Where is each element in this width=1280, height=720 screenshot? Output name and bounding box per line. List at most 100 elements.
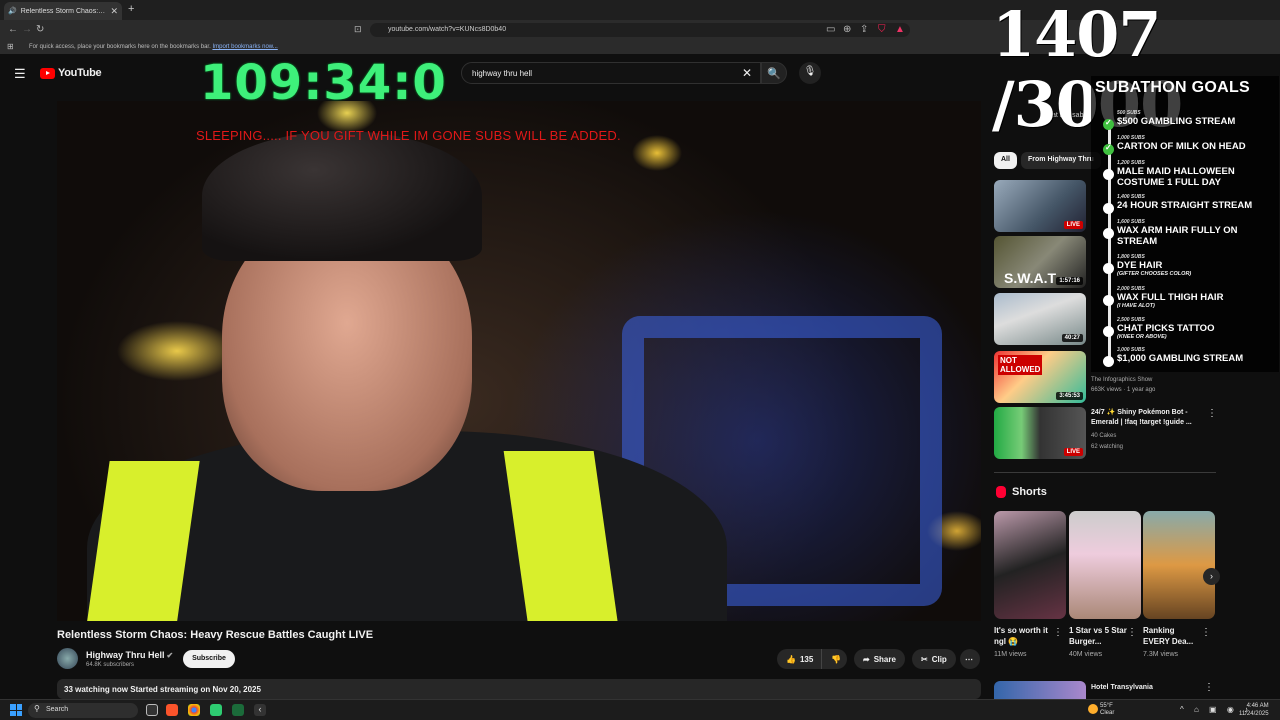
clip-label: Clip [931, 654, 947, 664]
search-icon: 🔍 [767, 68, 781, 80]
rec-channel[interactable]: The Infographics Show [1091, 376, 1152, 385]
rec-channel[interactable]: 40 Cakes [1091, 432, 1116, 441]
rec-thumbnail-4[interactable]: NOT ALLOWED 3:45:53 [994, 351, 1086, 403]
dislike-button[interactable]: 👎 [821, 649, 847, 669]
chip-all[interactable]: All [994, 152, 1017, 169]
video-player[interactable] [57, 101, 981, 621]
excel-app-icon[interactable] [232, 704, 244, 716]
brave-shield-icon[interactable]: ⛉ [878, 24, 886, 35]
subscriber-count: 64.8K subscribers [86, 662, 135, 668]
windows-taskbar: ⚲ Search ‹ 55°F Clear ^ ⌂ ▣ ◉ ♪ 4:46 AM … [0, 699, 1280, 720]
short-title[interactable]: Ranking EVERY Dea... [1143, 625, 1201, 647]
goal-note: (GIFTER CHOOSES COLOR) [1117, 271, 1192, 277]
taskbar-search[interactable]: ⚲ Search [28, 703, 138, 718]
short-views: 7.3M views [1143, 651, 1179, 658]
search-button[interactable]: 🔍 [761, 62, 787, 84]
tab-close-icon[interactable]: ✕ [110, 6, 118, 17]
chrome-app-icon[interactable] [188, 704, 200, 716]
app-icon[interactable] [210, 704, 222, 716]
bookmark-icon[interactable]: ⊡ [354, 24, 362, 35]
short-title[interactable]: It's so worth it ngl 😭 [994, 625, 1052, 647]
avatar[interactable] [57, 648, 78, 669]
subscribe-button[interactable]: Subscribe [183, 650, 235, 668]
import-bookmarks-link[interactable]: Import bookmarks now... [212, 44, 277, 50]
short-more-icon[interactable]: ⋮ [1201, 627, 1211, 638]
short-views: 11M views [994, 651, 1027, 658]
rewards-icon[interactable]: ▲ [895, 24, 905, 35]
like-button[interactable]: 👍 135 [777, 649, 821, 669]
rec-thumbnail-6[interactable] [994, 681, 1086, 699]
goal-label: $500 GAMBLING STREAM [1117, 116, 1236, 127]
clip-button[interactable]: ✂ Clip [912, 649, 956, 669]
clear-search-icon[interactable]: ✕ [742, 66, 752, 80]
bookmarks-prompt: For quick access, place your bookmarks h… [29, 44, 211, 50]
reload-icon[interactable]: ↻ [36, 24, 44, 35]
back-app-icon[interactable]: ‹ [254, 704, 266, 716]
back-icon[interactable]: ← [8, 24, 18, 35]
more-options-icon[interactable]: ⋮ [1204, 682, 1214, 693]
share-button[interactable]: ➦ Share [854, 649, 905, 669]
youtube-logo[interactable]: YouTube [40, 67, 102, 79]
goal-label: WAX FULL THIGH HAIR [1117, 292, 1224, 303]
channel-name-text: Highway Thru Hell [86, 650, 165, 660]
tab-title: Relentless Storm Chaos: Heav [20, 7, 107, 15]
task-view-icon[interactable] [146, 704, 158, 716]
channel-name[interactable]: Highway Thru Hell ✔ [86, 650, 173, 660]
more-actions-button[interactable]: ⋯ [960, 649, 980, 669]
shorts-icon [996, 486, 1006, 498]
rec-thumbnail-2[interactable]: S.W.A.T 1:57:16 [994, 236, 1086, 288]
duration-badge: 3:45:53 [1056, 392, 1083, 400]
goal-label: MALE MAID HALLOWEEN COSTUME 1 FULL DAY [1117, 166, 1235, 188]
rec-thumbnail-3[interactable]: 40:27 [994, 293, 1086, 345]
short-more-icon[interactable]: ⋮ [1053, 627, 1063, 638]
brave-app-icon[interactable] [166, 704, 178, 716]
zoom-icon[interactable]: ⊕ [843, 24, 851, 35]
temperature: 55°F [1100, 703, 1113, 709]
rec-thumbnail-1[interactable]: LIVE [994, 180, 1086, 232]
not-allowed-thumbnail-text: NOT ALLOWED [998, 355, 1043, 375]
rec-thumbnail-5[interactable]: LIVE [994, 407, 1086, 459]
goal-label: WAX ARM HAIR FULLY ON STREAM [1117, 225, 1238, 247]
short-more-icon[interactable]: ⋮ [1127, 627, 1137, 638]
more-options-icon[interactable]: ⋮ [1207, 408, 1217, 419]
shorts-next-button[interactable]: › [1203, 568, 1220, 585]
forward-icon[interactable]: → [22, 24, 32, 35]
short-thumbnail-3[interactable] [1143, 511, 1215, 619]
goals-title: SUBATHON GOALS [1095, 79, 1251, 96]
swat-thumbnail-text: S.W.A.T [1004, 270, 1057, 286]
browser-tab[interactable]: 🔊 Relentless Storm Chaos: Heav ✕ [4, 2, 122, 20]
goal-pending-icon [1103, 326, 1114, 337]
youtube-logo-text: YouTube [58, 67, 102, 79]
scissors-icon: ✂ [921, 654, 928, 664]
cast-icon[interactable]: ▭ [826, 24, 835, 35]
taskbar-clock[interactable]: 4:46 AM 11/24/2025 [1239, 702, 1269, 718]
video-title: Relentless Storm Chaos: Heavy Rescue Bat… [57, 629, 374, 641]
goal-pending-icon [1103, 228, 1114, 239]
description-box[interactable]: 33 watching now Started streaming on Nov… [57, 679, 981, 699]
weather-moon-icon [1088, 704, 1098, 714]
goal-label: CARTON OF MILK ON HEAD [1117, 141, 1246, 152]
goal-note: (I HAVE ALOT) [1117, 303, 1155, 309]
shorts-title: Shorts [1012, 486, 1047, 498]
chip-from-channel[interactable]: From Highway Thru [1021, 152, 1101, 169]
rec-title[interactable]: Hotel Transylvania [1091, 683, 1201, 693]
weather-widget[interactable]: 55°F Clear [1088, 703, 1115, 717]
sleeping-overlay-text: SLEEPING..... IF YOU GIFT WHILE IM GONE … [196, 128, 621, 143]
rec-title[interactable]: 24/7 ✨ Shiny Pokémon Bot - Emerald | !fa… [1091, 408, 1201, 428]
share-page-icon[interactable]: ⇪ [860, 24, 868, 35]
weather-condition: Clear [1100, 710, 1115, 716]
short-thumbnail-2[interactable] [1069, 511, 1141, 619]
more-horizontal-icon: ⋯ [965, 654, 973, 664]
search-input[interactable]: highway thru hell [461, 62, 761, 84]
short-thumbnail-1[interactable] [994, 511, 1066, 619]
windows-start-icon[interactable] [10, 704, 22, 716]
short-title[interactable]: 1 Star vs 5 Star Burger... [1069, 625, 1127, 647]
apps-grid-icon[interactable]: ⊞ [7, 42, 14, 51]
goal-note: (KNEE OR ABOVE) [1117, 334, 1167, 340]
voice-search-button[interactable]: 🎙 [799, 62, 821, 84]
goal-label: CHAT PICKS TATTOO [1117, 323, 1215, 334]
menu-icon[interactable]: ☰ [14, 66, 26, 82]
youtube-play-icon [40, 67, 55, 79]
new-tab-button[interactable]: + [128, 3, 134, 15]
verified-icon: ✔ [166, 651, 174, 660]
